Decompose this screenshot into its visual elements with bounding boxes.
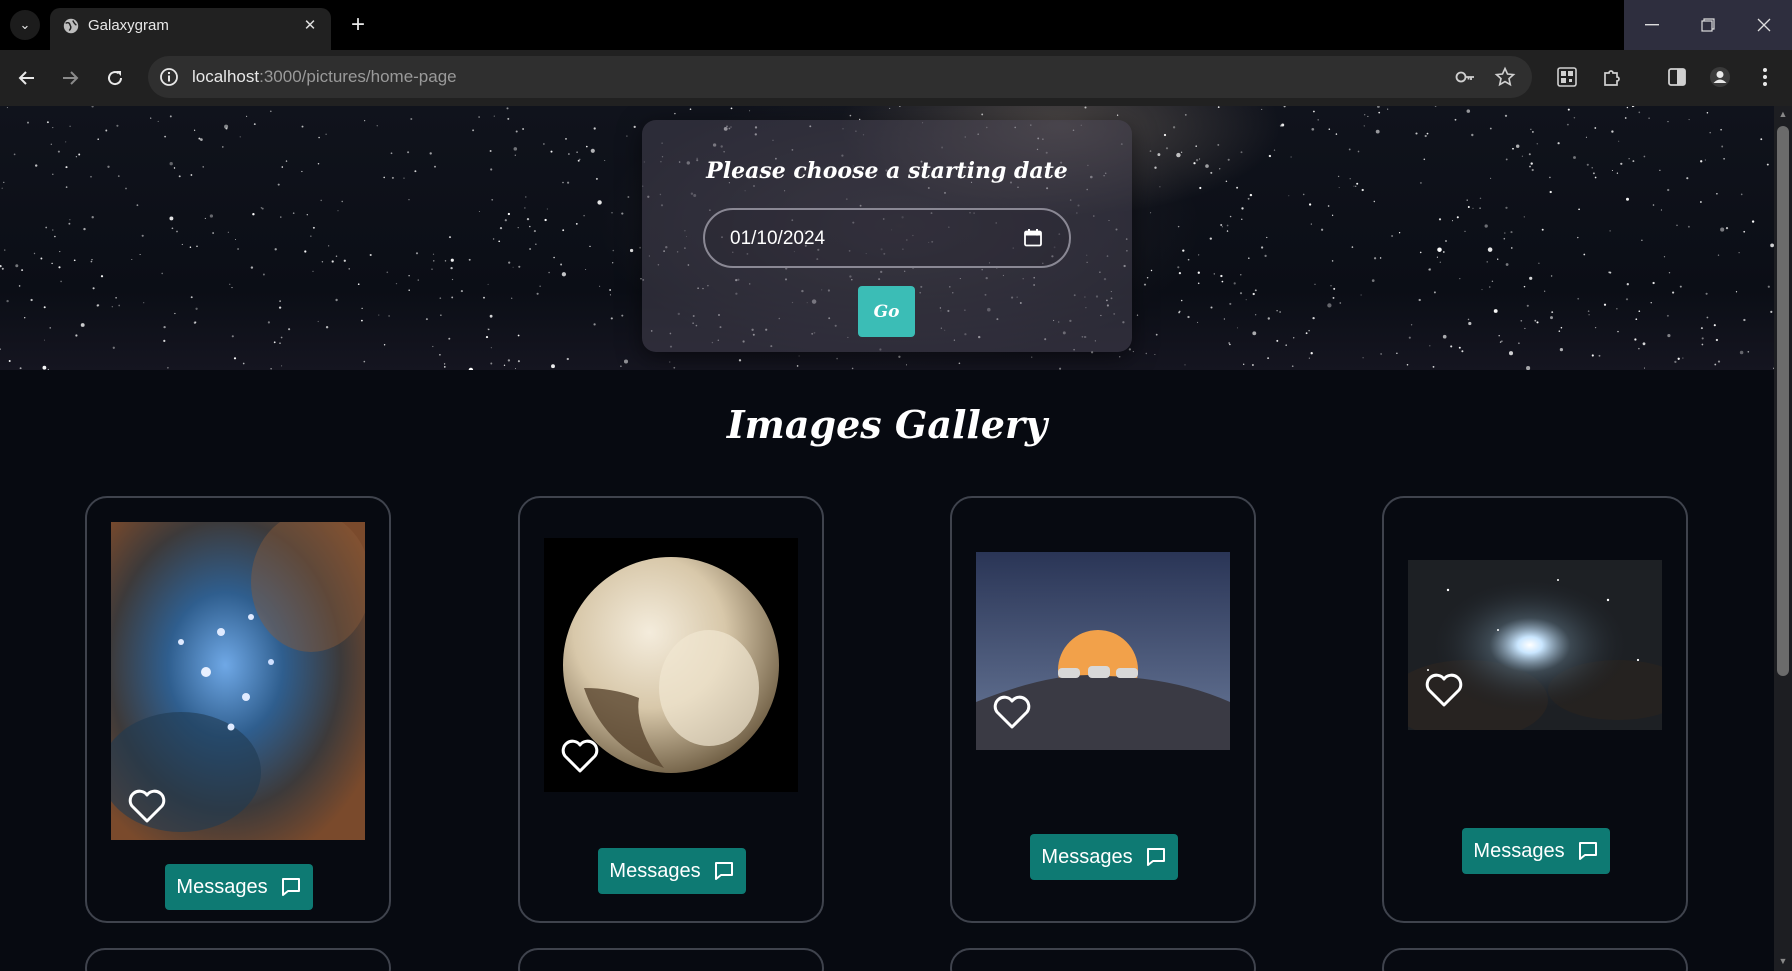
messages-button[interactable]: Messages [1462,828,1610,874]
more-menu-icon[interactable] [1754,66,1776,88]
gallery-card-partial [85,948,391,971]
gallery-card: Messages [1382,496,1688,923]
browser-tab[interactable]: Galaxygram ✕ [50,8,331,50]
start-date-value: 01/10/2024 [730,228,826,249]
like-heart-icon[interactable] [127,788,167,824]
messages-button-label: Messages [1041,845,1133,868]
like-heart-icon[interactable] [992,694,1032,730]
tab-search-chevron-icon[interactable]: ⌄ [10,10,40,40]
window-close-icon[interactable] [1736,0,1792,50]
back-arrow-icon[interactable] [12,63,42,93]
chat-bubble-icon [1578,842,1597,860]
reload-icon[interactable] [100,63,130,93]
calendar-icon[interactable] [1023,228,1043,248]
page-content: Please choose a starting date 01/10/2024… [0,106,1774,971]
chat-bubble-icon [1146,848,1165,866]
window-restore-icon[interactable] [1680,0,1736,50]
gallery-card-partial [1382,948,1688,971]
scroll-up-arrow-icon[interactable]: ▲ [1777,109,1789,121]
qr-code-icon[interactable] [1556,66,1578,88]
gallery-card-partial [950,948,1256,971]
starfield-hero: Please choose a starting date 01/10/2024… [0,106,1774,370]
scroll-down-arrow-icon[interactable]: ▼ [1777,956,1789,968]
messages-button-label: Messages [609,859,701,882]
profile-avatar-icon[interactable] [1709,66,1731,88]
scroll-thumb[interactable] [1777,126,1789,676]
site-info-icon[interactable] [158,66,180,88]
chat-bubble-icon [281,878,300,896]
password-key-icon[interactable] [1454,66,1476,88]
new-tab-plus-icon[interactable]: + [343,10,373,40]
browser-titlebar: ⌄ Galaxygram ✕ + [0,0,1792,50]
page-scrollbar[interactable]: ▲ ▼ [1774,106,1792,971]
messages-button[interactable]: Messages [165,864,313,910]
like-heart-icon[interactable] [560,738,600,774]
address-bar[interactable]: localhost:3000/pictures/home-page [148,56,1532,98]
date-picker-panel: Please choose a starting date 01/10/2024… [642,120,1132,352]
tab-title: Galaxygram [88,17,169,34]
messages-button[interactable]: Messages [598,848,746,894]
browser-toolbar: localhost:3000/pictures/home-page [0,50,1792,106]
gallery-card: Messages [85,496,391,923]
gallery-title: Images Gallery [726,402,1048,447]
like-heart-icon[interactable] [1424,672,1464,708]
messages-button[interactable]: Messages [1030,834,1178,880]
side-panel-icon[interactable] [1666,66,1688,88]
tab-close-icon[interactable]: ✕ [299,14,321,36]
globe-icon [63,18,79,34]
date-prompt-heading: Please choose a starting date [706,158,1068,184]
window-minimize-icon[interactable] [1624,0,1680,50]
go-button[interactable]: Go [858,286,915,337]
messages-button-label: Messages [176,875,268,898]
url-text: localhost:3000/pictures/home-page [192,67,457,86]
chat-bubble-icon [714,862,733,880]
bookmark-star-icon[interactable] [1494,66,1516,88]
gallery-card-partial [518,948,824,971]
forward-arrow-icon[interactable] [55,63,85,93]
start-date-input[interactable]: 01/10/2024 [703,208,1071,268]
messages-button-label: Messages [1473,839,1565,862]
gallery-card: Messages [950,496,1256,923]
extensions-puzzle-icon[interactable] [1601,66,1623,88]
gallery-card: Messages [518,496,824,923]
